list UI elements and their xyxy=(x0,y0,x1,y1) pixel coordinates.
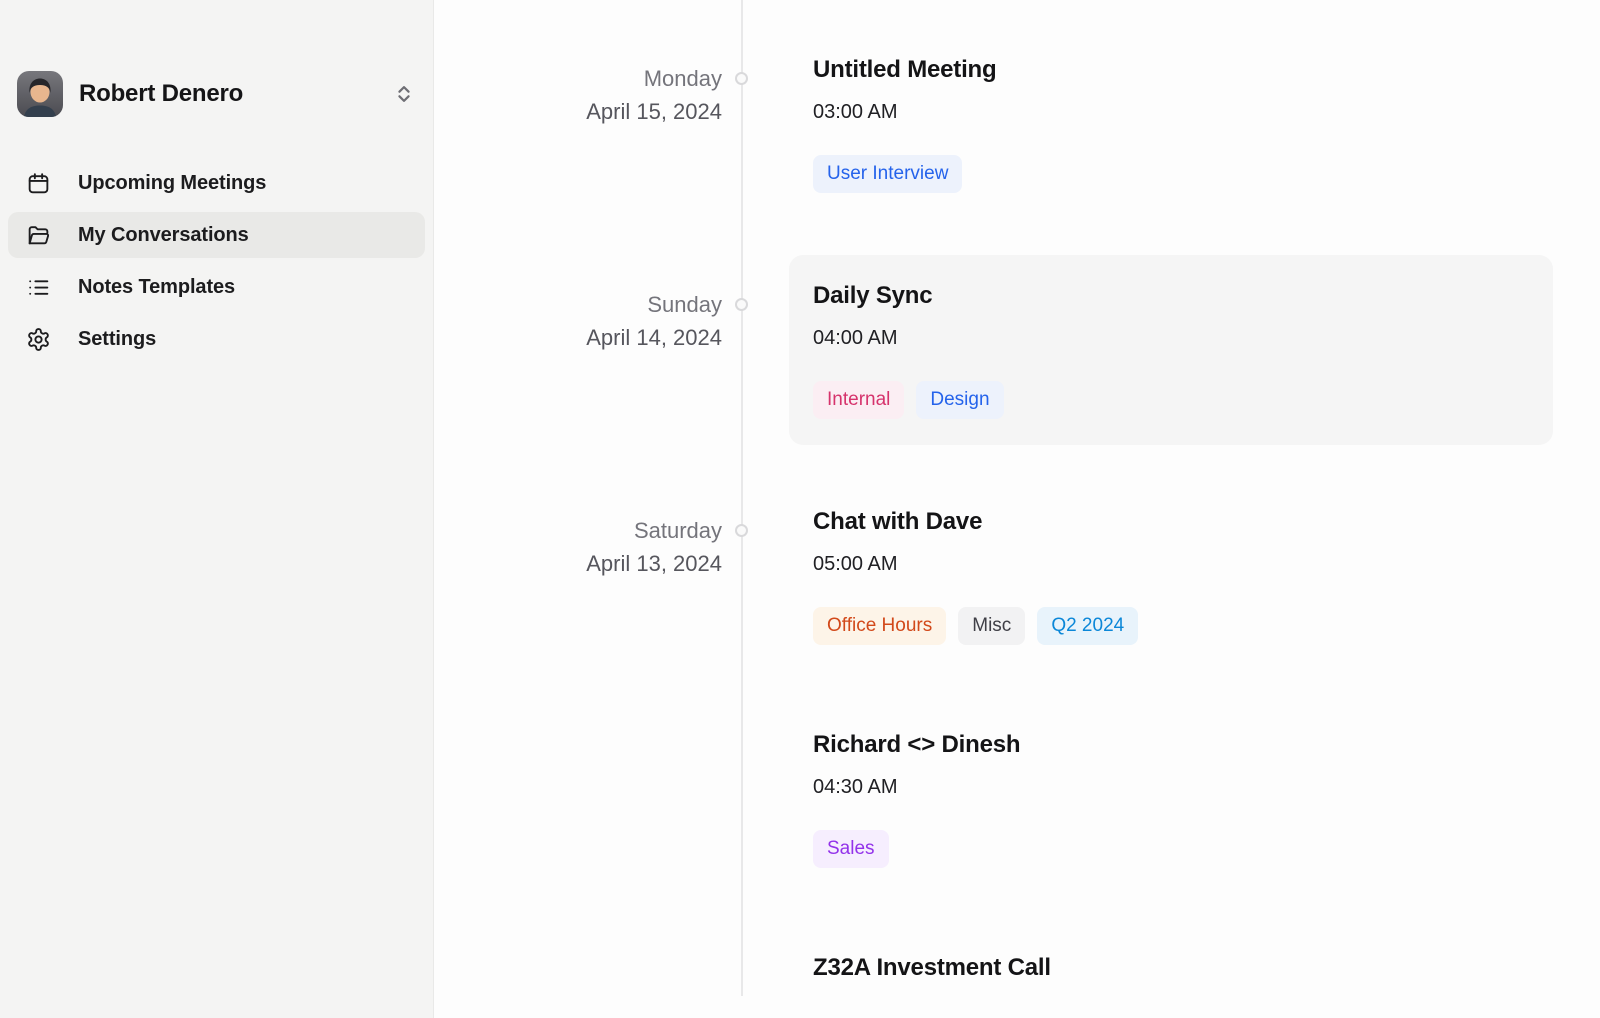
meeting-tags: Sales xyxy=(813,830,1529,868)
date-full: April 13, 2024 xyxy=(434,547,722,580)
folder-icon xyxy=(26,223,51,248)
timeline-group: Sunday April 14, 2024 Daily Sync 04:00 A… xyxy=(434,255,1600,445)
meeting-tag-sales[interactable]: Sales xyxy=(813,830,889,868)
meeting-title: Richard <> Dinesh xyxy=(813,730,1529,760)
meeting-title: Z32A Investment Call xyxy=(813,953,1529,983)
date-full: April 14, 2024 xyxy=(434,321,722,354)
sidebar-item-settings[interactable]: Settings xyxy=(8,316,425,362)
list-icon xyxy=(26,275,51,300)
meeting-tag-design[interactable]: Design xyxy=(916,381,1003,419)
sidebar-item-notes-templates[interactable]: Notes Templates xyxy=(8,264,425,310)
meeting-title: Chat with Dave xyxy=(813,507,1529,537)
meeting-tags: Office Hours Misc Q2 2024 xyxy=(813,607,1529,645)
sidebar-item-label: My Conversations xyxy=(78,224,249,247)
date-day: Sunday xyxy=(434,288,722,321)
account-switcher[interactable]: Robert Denero xyxy=(17,71,417,117)
timeline-dot xyxy=(735,298,748,311)
meeting-tag-q2-2024[interactable]: Q2 2024 xyxy=(1037,607,1138,645)
meeting-tag-internal[interactable]: Internal xyxy=(813,381,904,419)
date-label: Sunday April 14, 2024 xyxy=(434,255,742,445)
timeline-group: Saturday April 13, 2024 Chat with Dave 0… xyxy=(434,507,1600,983)
sidebar-item-label: Notes Templates xyxy=(78,276,235,299)
avatar xyxy=(17,71,63,117)
meeting-title: Daily Sync xyxy=(813,281,1529,311)
meeting-item-untitled-meeting[interactable]: Untitled Meeting 03:00 AM User Interview xyxy=(789,55,1553,193)
date-day: Monday xyxy=(434,62,722,95)
meetings-timeline: Monday April 15, 2024 Untitled Meeting 0… xyxy=(434,55,1600,983)
sidebar-item-label: Settings xyxy=(78,328,156,351)
sidebar-nav: Upcoming Meetings My Conversations Notes… xyxy=(8,160,425,362)
meeting-time: 05:00 AM xyxy=(813,552,1529,576)
timeline-group: Monday April 15, 2024 Untitled Meeting 0… xyxy=(434,55,1600,193)
date-day: Saturday xyxy=(434,514,722,547)
meeting-tag-office-hours[interactable]: Office Hours xyxy=(813,607,946,645)
timeline-panel: Monday April 15, 2024 Untitled Meeting 0… xyxy=(434,0,1600,1018)
meeting-time: 04:30 AM xyxy=(813,775,1529,799)
meeting-tags: User Interview xyxy=(813,155,1529,193)
meeting-tags: Internal Design xyxy=(813,381,1529,419)
meeting-tag-user-interview[interactable]: User Interview xyxy=(813,155,962,193)
meeting-tag-misc[interactable]: Misc xyxy=(958,607,1025,645)
meeting-time: 04:00 AM xyxy=(813,326,1529,350)
meetings-column: Untitled Meeting 03:00 AM User Interview xyxy=(742,55,1600,193)
meeting-item-daily-sync[interactable]: Daily Sync 04:00 AM Internal Design xyxy=(789,255,1553,445)
date-label: Saturday April 13, 2024 xyxy=(434,507,742,983)
sidebar: Robert Denero Upcoming Meetings xyxy=(0,0,434,1018)
sidebar-item-upcoming-meetings[interactable]: Upcoming Meetings xyxy=(8,160,425,206)
gear-icon xyxy=(26,327,51,352)
date-label: Monday April 15, 2024 xyxy=(434,55,742,193)
timeline-dot xyxy=(735,524,748,537)
user-name: Robert Denero xyxy=(79,80,391,108)
sidebar-item-label: Upcoming Meetings xyxy=(78,172,266,195)
meeting-title: Untitled Meeting xyxy=(813,55,1529,85)
sidebar-item-my-conversations[interactable]: My Conversations xyxy=(8,212,425,258)
meeting-item-chat-with-dave[interactable]: Chat with Dave 05:00 AM Office Hours Mis… xyxy=(789,507,1553,645)
date-full: April 15, 2024 xyxy=(434,95,722,128)
calendar-icon xyxy=(26,171,51,196)
meetings-column: Daily Sync 04:00 AM Internal Design xyxy=(742,255,1600,445)
chevron-updown-icon[interactable] xyxy=(391,81,417,107)
meeting-item-z32a-investment-call[interactable]: Z32A Investment Call xyxy=(789,953,1553,983)
timeline-dot xyxy=(735,72,748,85)
meeting-item-richard-dinesh[interactable]: Richard <> Dinesh 04:30 AM Sales xyxy=(789,730,1553,868)
meetings-column: Chat with Dave 05:00 AM Office Hours Mis… xyxy=(742,507,1600,983)
meeting-time: 03:00 AM xyxy=(813,100,1529,124)
